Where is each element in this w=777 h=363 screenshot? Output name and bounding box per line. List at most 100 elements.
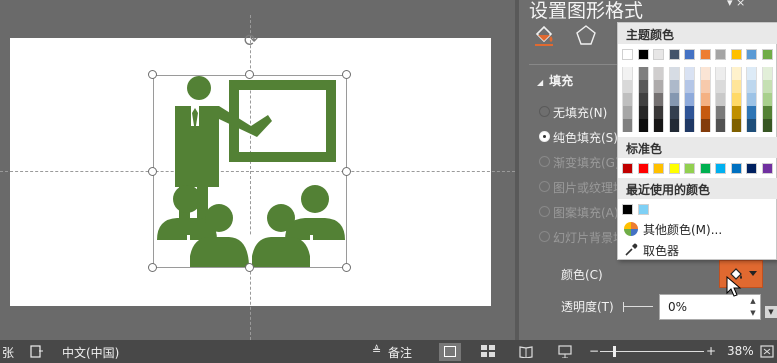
more-colors-item[interactable]: 其他颜色(M)... xyxy=(618,219,777,240)
resize-handle-right[interactable] xyxy=(342,167,351,176)
theme-shade-swatch[interactable] xyxy=(653,93,664,106)
theme-shade-swatch[interactable] xyxy=(653,106,664,119)
theme-shade-swatch[interactable] xyxy=(730,119,742,132)
recent-color-swatch[interactable] xyxy=(637,204,649,215)
theme-shade-swatch[interactable] xyxy=(668,119,680,132)
radio-no-fill[interactable]: 无填充(N) xyxy=(539,104,607,121)
resize-handle-left[interactable] xyxy=(148,167,157,176)
slide-canvas-area[interactable]: ⟳ xyxy=(0,0,515,340)
radio-button[interactable] xyxy=(539,156,550,167)
zoom-out-button[interactable]: − xyxy=(589,344,599,358)
radio-button[interactable] xyxy=(539,181,550,192)
theme-shade-swatch[interactable] xyxy=(761,119,773,132)
theme-color-swatch[interactable] xyxy=(637,49,649,60)
radio-button[interactable] xyxy=(539,131,550,142)
theme-shade-swatch[interactable] xyxy=(699,67,711,80)
standard-color-swatch[interactable] xyxy=(761,163,773,174)
theme-shade-swatch[interactable] xyxy=(637,106,649,119)
language-indicator[interactable]: 中文(中国) xyxy=(62,344,119,361)
theme-shade-swatch[interactable] xyxy=(699,119,711,132)
eyedropper-item[interactable]: 取色器 xyxy=(618,240,777,261)
notes-button[interactable]: 备注 xyxy=(388,344,412,361)
pane-options-close[interactable]: ▾ × xyxy=(727,0,745,9)
radio-solid-fill[interactable]: 纯色填充(S) xyxy=(539,129,618,146)
resize-handle-bottom-right[interactable] xyxy=(342,263,351,272)
zoom-in-button[interactable]: + xyxy=(706,344,716,358)
normal-view-button[interactable] xyxy=(439,343,461,361)
transparency-input[interactable]: 0% xyxy=(659,294,761,320)
theme-shade-swatch[interactable] xyxy=(746,93,757,106)
theme-shade-swatch[interactable] xyxy=(622,119,633,132)
zoom-level[interactable]: 38% xyxy=(727,344,754,358)
standard-color-swatch[interactable] xyxy=(684,163,695,174)
theme-shade-swatch[interactable] xyxy=(653,80,664,93)
fill-effects-icon[interactable] xyxy=(533,24,555,46)
theme-color-swatch[interactable] xyxy=(622,49,633,60)
theme-shade-swatch[interactable] xyxy=(715,67,726,80)
zoom-slider-thumb[interactable] xyxy=(613,346,616,357)
theme-shade-swatch[interactable] xyxy=(684,67,695,80)
fill-section-header[interactable]: ◢ 填充 xyxy=(537,72,573,89)
theme-shade-swatch[interactable] xyxy=(684,106,695,119)
theme-shade-swatch[interactable] xyxy=(730,93,742,106)
resize-handle-top[interactable] xyxy=(245,70,254,79)
pentagon-icon[interactable] xyxy=(575,24,597,46)
theme-shade-swatch[interactable] xyxy=(622,67,633,80)
theme-shade-swatch[interactable] xyxy=(637,93,649,106)
theme-shade-swatch[interactable] xyxy=(622,93,633,106)
theme-shade-swatch[interactable] xyxy=(746,106,757,119)
theme-shade-swatch[interactable] xyxy=(622,80,633,93)
standard-color-swatch[interactable] xyxy=(637,163,649,174)
reading-view-icon[interactable] xyxy=(519,345,533,358)
standard-color-swatch[interactable] xyxy=(730,163,742,174)
resize-handle-bottom-left[interactable] xyxy=(148,263,157,272)
theme-color-swatch[interactable] xyxy=(715,49,726,60)
recent-color-swatch[interactable] xyxy=(622,204,633,215)
theme-shade-swatch[interactable] xyxy=(668,106,680,119)
theme-shade-swatch[interactable] xyxy=(730,80,742,93)
slideshow-view-icon[interactable] xyxy=(558,345,572,358)
resize-handle-top-left[interactable] xyxy=(148,70,157,79)
theme-shade-swatch[interactable] xyxy=(761,106,773,119)
radio-button[interactable] xyxy=(539,106,550,117)
resize-handle-bottom[interactable] xyxy=(245,263,254,272)
radio-button[interactable] xyxy=(539,231,550,242)
slide-sorter-view-icon[interactable] xyxy=(481,345,495,358)
theme-shade-swatch[interactable] xyxy=(730,67,742,80)
theme-shade-swatch[interactable] xyxy=(699,80,711,93)
theme-color-swatch[interactable] xyxy=(653,49,664,60)
theme-shade-swatch[interactable] xyxy=(715,80,726,93)
radio-button[interactable] xyxy=(539,206,550,217)
standard-color-swatch[interactable] xyxy=(715,163,726,174)
theme-color-swatch[interactable] xyxy=(699,49,711,60)
theme-shade-swatch[interactable] xyxy=(622,106,633,119)
transparency-slider[interactable] xyxy=(623,302,653,312)
standard-color-swatch[interactable] xyxy=(622,163,633,174)
theme-shade-swatch[interactable] xyxy=(637,119,649,132)
theme-shade-swatch[interactable] xyxy=(730,106,742,119)
theme-color-swatch[interactable] xyxy=(761,49,773,60)
theme-shade-swatch[interactable] xyxy=(715,119,726,132)
theme-shade-swatch[interactable] xyxy=(746,80,757,93)
standard-color-swatch[interactable] xyxy=(699,163,711,174)
rotate-handle-icon[interactable]: ⟳ xyxy=(241,31,261,51)
theme-color-swatch[interactable] xyxy=(730,49,742,60)
standard-color-swatch[interactable] xyxy=(653,163,664,174)
theme-shade-swatch[interactable] xyxy=(668,93,680,106)
theme-shade-swatch[interactable] xyxy=(761,80,773,93)
theme-shade-swatch[interactable] xyxy=(761,93,773,106)
theme-shade-swatch[interactable] xyxy=(637,80,649,93)
radio-gradient-fill[interactable]: 渐变填充(G) xyxy=(539,154,620,171)
resize-handle-top-right[interactable] xyxy=(342,70,351,79)
radio-pattern-fill[interactable]: 图案填充(A) xyxy=(539,204,619,221)
theme-shade-swatch[interactable] xyxy=(715,106,726,119)
theme-shade-swatch[interactable] xyxy=(746,67,757,80)
theme-shade-swatch[interactable] xyxy=(715,93,726,106)
theme-color-swatch[interactable] xyxy=(746,49,757,60)
theme-shade-swatch[interactable] xyxy=(668,80,680,93)
theme-shade-swatch[interactable] xyxy=(668,67,680,80)
theme-shade-swatch[interactable] xyxy=(684,80,695,93)
spin-buttons-icon[interactable]: ▲ ▼ xyxy=(747,295,759,319)
theme-color-swatch[interactable] xyxy=(684,49,695,60)
accessibility-check-icon[interactable] xyxy=(30,345,44,358)
